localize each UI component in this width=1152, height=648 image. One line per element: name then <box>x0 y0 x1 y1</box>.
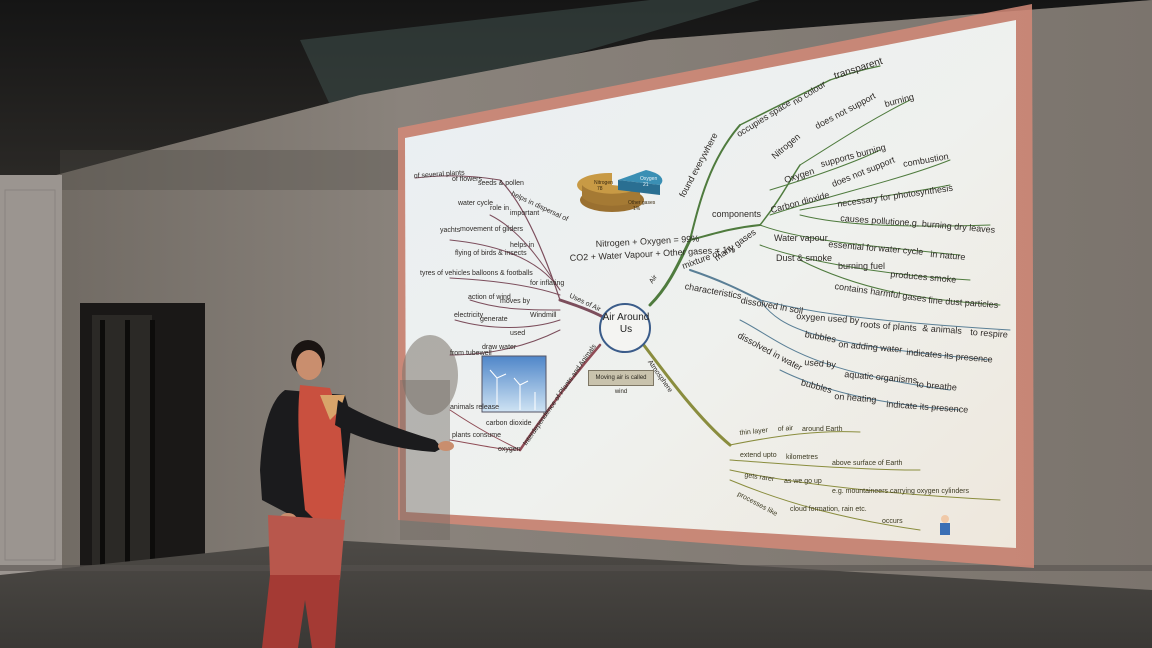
wall-shadow-top <box>60 150 410 190</box>
center-node <box>599 303 651 353</box>
perforated-panel <box>0 175 62 575</box>
photo-scene <box>0 0 1152 648</box>
wind-turbine-image <box>481 355 547 413</box>
